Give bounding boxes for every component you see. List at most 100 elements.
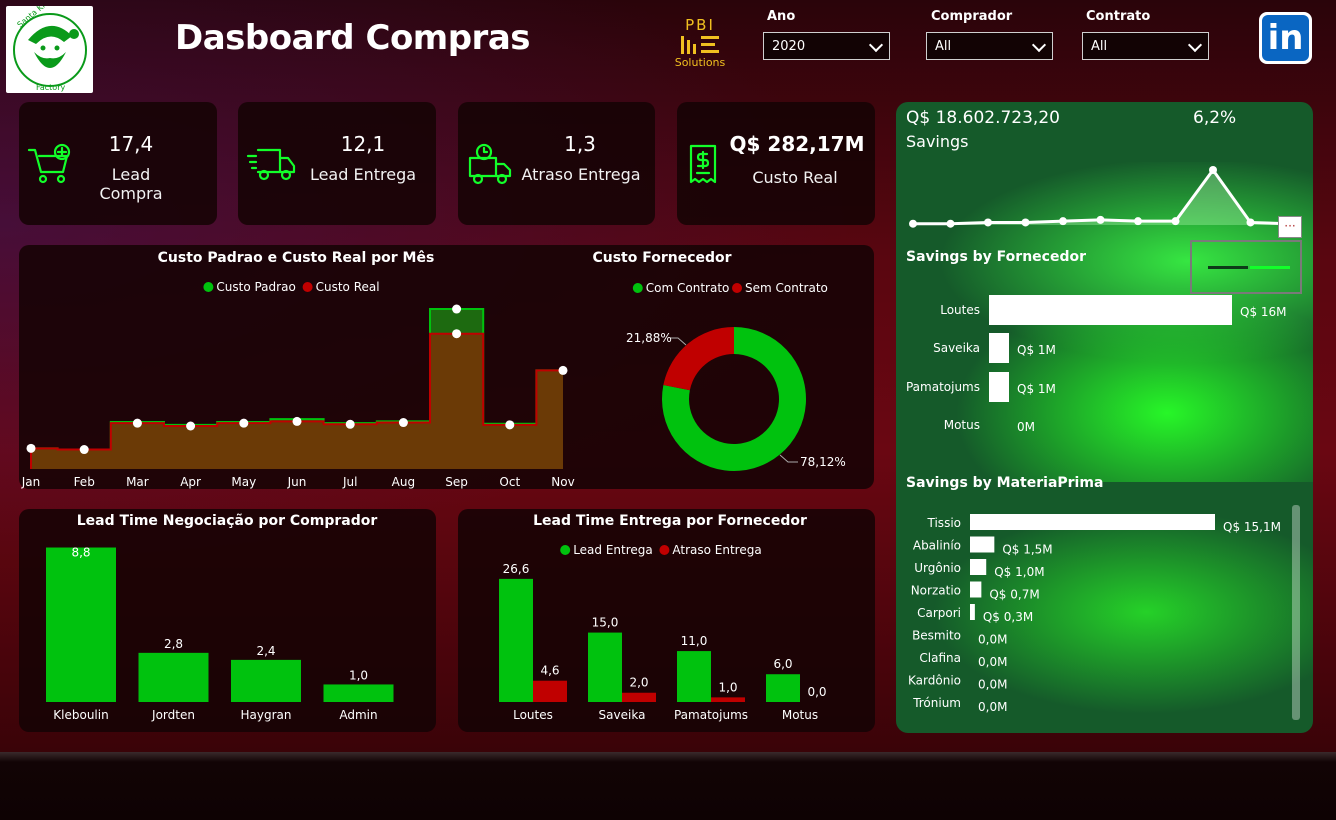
- bar: [970, 514, 1215, 530]
- custo-real-point: [186, 421, 196, 431]
- x-tick-label: Jordten: [151, 708, 195, 722]
- y-tick-label: Tissio: [927, 516, 961, 530]
- bar-lead-entrega: [499, 578, 533, 702]
- x-tick-label: May: [231, 475, 256, 489]
- brand-logo: Santa Klaus Factory: [6, 6, 93, 93]
- kpi-label-lead-compra: Lead Compra: [99, 165, 163, 203]
- sparkline-point: [1171, 217, 1180, 226]
- filter-comprador-value: All: [935, 39, 952, 54]
- kpi-value-atraso-entrega: 1,3: [564, 132, 596, 156]
- y-tick-label: Clafina: [919, 651, 961, 665]
- legend-marker-1: [659, 545, 670, 555]
- kpi-card-lead-compra: 17,4 Lead Compra: [19, 102, 217, 225]
- bar: [970, 559, 987, 575]
- legend-marker-0: [203, 282, 214, 292]
- bar-value-label: Q$ 1M: [1017, 382, 1056, 396]
- pbi-bars-icon: [681, 36, 719, 54]
- y-tick-label: Abalinío: [913, 539, 961, 553]
- sparkline-point: [1134, 217, 1142, 226]
- bar-value-label: Q$ 1,5M: [1002, 543, 1052, 557]
- bar: [46, 547, 116, 702]
- bar: [970, 604, 975, 620]
- x-tick-label: Jan: [21, 475, 41, 489]
- y-tick-label: Motus: [944, 418, 980, 432]
- lead-time-fornecedor-chart: Lead Time Entrega por Fornecedor Lead Ent…: [499, 513, 827, 722]
- bar: [989, 333, 1009, 363]
- more-options-icon: ···: [1284, 219, 1296, 233]
- chart-title: Lead Time Entrega por Fornecedor: [533, 513, 807, 529]
- page-title: Dasboard Compras: [175, 18, 531, 58]
- filter-contrato-select[interactable]: All: [1082, 32, 1209, 60]
- y-tick-label: Besmito: [912, 629, 961, 643]
- bar-value-label: 4,6: [540, 664, 559, 678]
- filter-ano-select[interactable]: 2020: [763, 32, 890, 60]
- filter-contrato-label: Contrato: [1086, 9, 1151, 24]
- y-tick-label: Saveika: [933, 341, 980, 355]
- pbi-logo-text: PBI: [685, 16, 715, 34]
- donut-label-leader-0: [779, 454, 798, 463]
- y-tick-label: Norzatio: [911, 584, 961, 598]
- x-tick-label: Jul: [342, 475, 357, 489]
- bar-value-label: 0,0M: [978, 700, 1007, 714]
- x-tick-label: Motus: [782, 708, 818, 722]
- bar-value-label: Q$ 0,7M: [989, 588, 1039, 602]
- sparkline-point: [1021, 218, 1030, 227]
- filter-comprador-label: Comprador: [931, 9, 1013, 24]
- x-tick-label: Feb: [74, 475, 95, 489]
- bar-value-label: Q$ 16M: [1240, 305, 1287, 319]
- bar-value-label: Q$ 1,0M: [994, 565, 1044, 579]
- sparkline-point: [909, 219, 917, 228]
- custo-real-point: [345, 419, 355, 429]
- savings-by-fornecedor-chart: Savings by Fornecedor Loutes Q$ 16M Saveika…: [906, 249, 1287, 434]
- x-tick-label: Pamatojums: [674, 708, 748, 722]
- bar-atraso-entrega: [533, 680, 567, 702]
- bar: [970, 536, 995, 553]
- x-tick-label: Jun: [287, 475, 307, 489]
- santa-face-icon: Santa Klaus Factory: [13, 6, 87, 92]
- custo-real-point: [26, 443, 36, 453]
- filter-ano-value: 2020: [772, 39, 806, 54]
- sparkline-point: [1059, 217, 1067, 226]
- donut-slice-1: [663, 327, 734, 391]
- savings-by-materiaprima-chart: Savings by MateriaPrima Tissio Q$ 15,1M Aba…: [906, 475, 1300, 720]
- x-tick-label: Nov: [551, 475, 574, 489]
- chevron-down-icon: [1187, 37, 1203, 53]
- filter-ano-label: Ano: [767, 9, 796, 24]
- bar-value-label: 11,0: [681, 634, 708, 648]
- custo-padrao-real-chart: Custo Padrao e Custo Real por Mês Custo P…: [21, 250, 575, 489]
- bottom-strip: [0, 752, 1336, 820]
- bar-lead-entrega: [588, 632, 622, 702]
- linkedin-button[interactable]: in: [1259, 12, 1312, 64]
- chart-title: Savings by Fornecedor: [906, 249, 1086, 265]
- bar-value-label: 15,0: [592, 616, 619, 630]
- bar-value-label: 0,0M: [978, 633, 1007, 647]
- donut-label-1: 21,88%: [626, 331, 672, 345]
- donut-label-0: 78,12%: [800, 455, 846, 469]
- legend-marker-0: [560, 545, 571, 555]
- sparkline-point: [984, 218, 992, 227]
- x-tick-label: Saveika: [599, 708, 646, 722]
- legend-label-1: Atraso Entrega: [672, 543, 761, 557]
- delivery-truck-icon: [246, 148, 296, 181]
- custo-padrao-point: [452, 304, 462, 314]
- pbi-logo-sub: Solutions: [674, 56, 726, 69]
- chart-title: Custo Fornecedor: [592, 250, 731, 266]
- kpi-label-custo-real: Custo Real: [752, 168, 838, 187]
- receipt-dollar-icon: [689, 144, 717, 184]
- bar: [138, 652, 209, 702]
- x-tick-label: Aug: [392, 475, 415, 489]
- kpi-card-custo-real: Q$ 282,17M Custo Real: [677, 102, 875, 225]
- chevron-down-icon: [1031, 37, 1047, 53]
- y-tick-label: Trónium: [912, 696, 961, 710]
- chevron-down-icon: [868, 37, 884, 53]
- savings-sparkline: [909, 166, 1292, 228]
- more-options-button[interactable]: ···: [1278, 216, 1302, 238]
- lead-time-comprador-chart: Lead Time Negociação por Comprador 8,8 Kle…: [46, 513, 394, 722]
- bar-value-label: 2,8: [164, 637, 183, 651]
- filter-comprador-select[interactable]: All: [926, 32, 1053, 60]
- y-tick-label: Pamatojums: [906, 380, 980, 394]
- scrollbar: [1292, 505, 1300, 720]
- bar-value-label: 0,0M: [978, 678, 1007, 692]
- custo-fornecedor-donut-chart: Custo Fornecedor Com Contrato Sem Contrato…: [592, 250, 846, 471]
- custo-real-point: [558, 365, 568, 375]
